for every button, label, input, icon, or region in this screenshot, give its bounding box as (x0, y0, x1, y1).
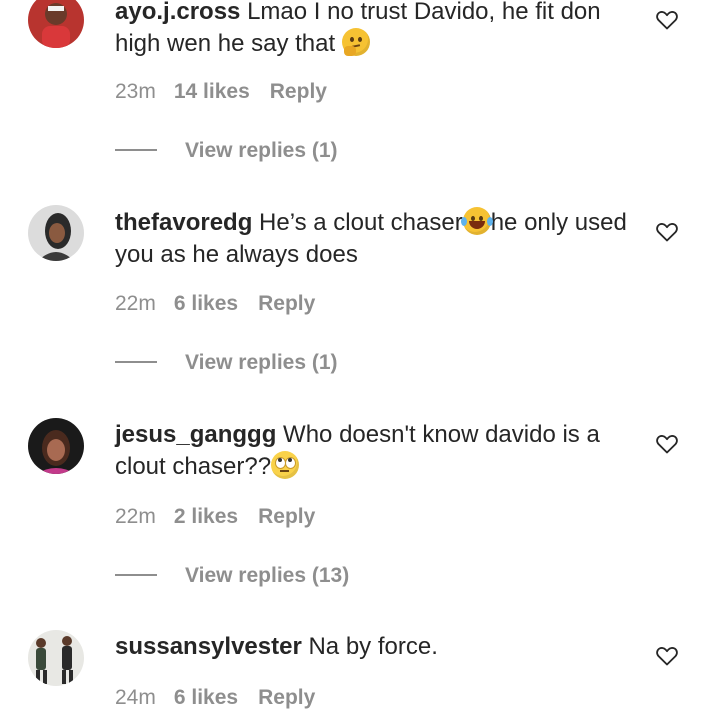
heart-outline-icon[interactable] (655, 644, 679, 668)
comment-time: 22m (115, 505, 156, 528)
view-replies-button[interactable]: View replies (1) (115, 351, 338, 375)
comment-body: Na by force. (308, 633, 438, 660)
reply-button[interactable]: Reply (258, 686, 315, 710)
view-replies-button[interactable]: View replies (1) (115, 139, 338, 163)
comment-username[interactable]: jesus_ganggg (115, 421, 276, 448)
view-replies-label: View replies (1) (185, 351, 338, 374)
comment-meta: 22m 6 likes Reply (115, 292, 315, 316)
comment-meta: 24m 6 likes Reply (115, 686, 315, 710)
comment-time: 22m (115, 292, 156, 315)
avatar[interactable] (28, 205, 84, 261)
avatar[interactable] (28, 0, 84, 48)
avatar[interactable] (28, 630, 84, 686)
likes-count[interactable]: 6 likes (174, 292, 238, 316)
comment-meta: 23m 14 likes Reply (115, 80, 327, 104)
heart-outline-icon[interactable] (655, 432, 679, 456)
comment-username[interactable]: ayo.j.cross (115, 0, 240, 25)
comment-time: 23m (115, 80, 156, 103)
divider-line (115, 574, 157, 576)
avatar[interactable] (28, 418, 84, 474)
likes-count[interactable]: 2 likes (174, 505, 238, 529)
comment-username[interactable]: sussansylvester (115, 633, 302, 660)
comment-time: 24m (115, 686, 156, 709)
comment-text: ayo.j.cross Lmao I no trust Davido, he f… (115, 0, 635, 60)
view-replies-label: View replies (13) (185, 564, 350, 587)
view-replies-label: View replies (1) (185, 139, 338, 162)
divider-line (115, 149, 157, 151)
reply-button[interactable]: Reply (258, 292, 315, 316)
comment-text: sussansylvester Na by force. (115, 631, 635, 663)
tears-of-joy-icon (460, 207, 493, 235)
thinking-face-icon (341, 28, 370, 56)
heart-outline-icon[interactable] (655, 220, 679, 244)
view-replies-button[interactable]: View replies (13) (115, 564, 349, 588)
face-with-rolling-eyes-icon (271, 451, 300, 479)
likes-count[interactable]: 6 likes (174, 686, 238, 710)
likes-count[interactable]: 14 likes (174, 80, 250, 104)
divider-line (115, 361, 157, 363)
comment-text: jesus_ganggg Who doesn't know davido is … (115, 419, 635, 483)
reply-button[interactable]: Reply (270, 80, 327, 104)
comment-body: He’s a clout chaser (259, 209, 463, 236)
reply-button[interactable]: Reply (258, 505, 315, 529)
heart-outline-icon[interactable] (655, 8, 679, 32)
comment-username[interactable]: thefavoredg (115, 209, 252, 236)
comment-meta: 22m 2 likes Reply (115, 505, 315, 529)
comment-text: thefavoredg He’s a clout chaser he only u… (115, 207, 635, 271)
